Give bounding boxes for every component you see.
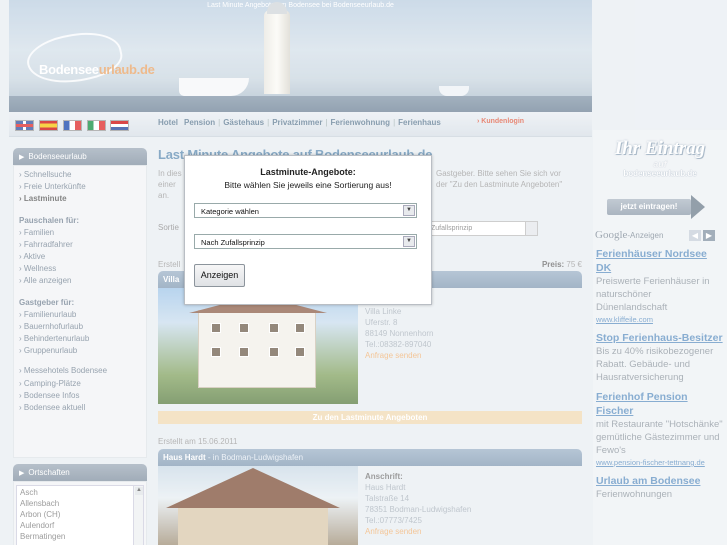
category-select[interactable]: Kategorie wählen ▼ — [194, 203, 417, 218]
lastminute-modal: Lastminute-Angebote: Bitte wählen Sie je… — [184, 155, 432, 305]
anzeigen-button[interactable]: Anzeigen — [194, 264, 245, 287]
modal-title: Lastminute-Angebote: — [260, 167, 356, 177]
sort-order-select[interactable]: Nach Zufallsprinzip ▼ — [194, 234, 417, 249]
modal-subtitle: Bitte wählen Sie jeweils eine Sortierung… — [224, 180, 392, 190]
chevron-down-icon[interactable]: ▼ — [403, 205, 415, 216]
chevron-down-icon[interactable]: ▼ — [403, 236, 415, 247]
